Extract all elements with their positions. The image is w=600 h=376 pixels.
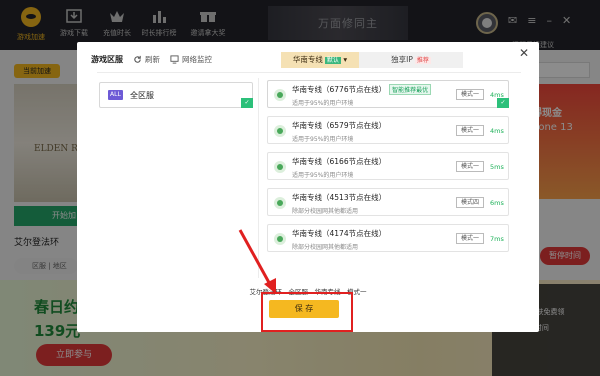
refresh-icon xyxy=(134,55,141,63)
network-monitor-button[interactable]: 网络监控 xyxy=(170,54,212,65)
all-badge: ALL xyxy=(108,90,123,100)
refresh-button[interactable]: 刷新 xyxy=(133,54,160,65)
mode-dropdown[interactable]: 模式一 xyxy=(456,233,484,244)
line-tabs: 华南专线 默认 ▾ 独享IP 推荐 xyxy=(281,52,463,68)
monitor-icon xyxy=(170,55,179,64)
default-tag: 默认 xyxy=(324,57,341,64)
check-icon: ✓ xyxy=(497,98,509,108)
tab-label: 独享IP xyxy=(391,55,413,64)
node-title-text: 华南专线（6776节点在线） xyxy=(292,85,387,94)
tab-dedicated-ip[interactable]: 独享IP 推荐 xyxy=(359,52,463,68)
dialog-title: 游戏区服 xyxy=(91,55,123,64)
node-subtitle: 除部分校园网其他都适用 xyxy=(292,208,359,215)
node-subtitle: 适用于95%的用户环境 xyxy=(292,100,354,107)
recommend-tag: 推荐 xyxy=(414,57,431,64)
node-title: 华南专线（4174节点在线） xyxy=(292,229,387,238)
mode-dropdown[interactable]: 模式一 xyxy=(456,125,484,136)
node-item[interactable]: 华南专线（4174节点在线） 除部分校园网其他都适用 模式一 7ms xyxy=(267,224,509,252)
node-icon xyxy=(274,125,286,137)
server-select-dialog: 游戏区服 刷新 网络监控 ✕ 华南专线 默认 ▾ 独享IP 推荐 ALL 全区服 ✓… xyxy=(77,42,539,332)
ai-recommend-tag: 智能推荐最优 xyxy=(389,84,432,95)
latency: 7ms xyxy=(490,235,504,243)
mode-dropdown[interactable]: 模式一 xyxy=(456,161,484,172)
node-list: 华南专线（6776节点在线） 智能推荐最优 适用于95%的用户环境 模式一 4ms… xyxy=(267,80,509,260)
latency: 6ms xyxy=(490,199,504,207)
node-subtitle: 适用于95%的用户环境 xyxy=(292,172,354,179)
red-arrow-icon xyxy=(238,229,276,294)
node-title: 华南专线（4513节点在线） xyxy=(292,193,387,202)
all-zone-label: 全区服 xyxy=(130,91,154,100)
node-subtitle: 适用于95%的用户环境 xyxy=(292,136,354,143)
tab-south-china[interactable]: 华南专线 默认 ▾ xyxy=(281,52,359,68)
node-item[interactable]: 华南专线（4513节点在线） 除部分校园网其他都适用 模式四 6ms xyxy=(267,188,509,216)
node-icon xyxy=(274,161,286,173)
node-subtitle: 除部分校园网其他都适用 xyxy=(292,244,359,251)
dialog-header: 游戏区服 刷新 网络监控 xyxy=(91,54,212,65)
node-item[interactable]: 华南专线（6166节点在线） 适用于95%的用户环境 模式一 5ms xyxy=(267,152,509,180)
refresh-label: 刷新 xyxy=(145,55,160,64)
node-title: 华南专线（6579节点在线） xyxy=(292,121,387,130)
node-icon xyxy=(274,89,286,101)
mode-dropdown[interactable]: 模式一 xyxy=(456,89,484,100)
all-zone-option[interactable]: ALL 全区服 ✓ xyxy=(99,82,253,108)
node-title: 华南专线（6166节点在线） xyxy=(292,157,387,166)
check-icon: ✓ xyxy=(241,98,253,108)
node-item[interactable]: 华南专线（6579节点在线） 适用于95%的用户环境 模式一 4ms xyxy=(267,116,509,144)
node-title: 华南专线（6776节点在线） 智能推荐最优 xyxy=(292,84,432,95)
node-icon xyxy=(274,197,286,209)
node-item[interactable]: 华南专线（6776节点在线） 智能推荐最优 适用于95%的用户环境 模式一 4ms… xyxy=(267,80,509,108)
chevron-down-icon: ▾ xyxy=(343,55,348,64)
tab-label: 华南专线 xyxy=(292,55,323,64)
highlight-frame xyxy=(261,292,353,332)
divider xyxy=(97,72,521,73)
latency: 5ms xyxy=(490,163,504,171)
mode-dropdown[interactable]: 模式四 xyxy=(456,197,484,208)
monitor-label: 网络监控 xyxy=(182,55,212,64)
latency: 4ms xyxy=(490,127,504,135)
close-icon[interactable]: ✕ xyxy=(519,46,529,60)
